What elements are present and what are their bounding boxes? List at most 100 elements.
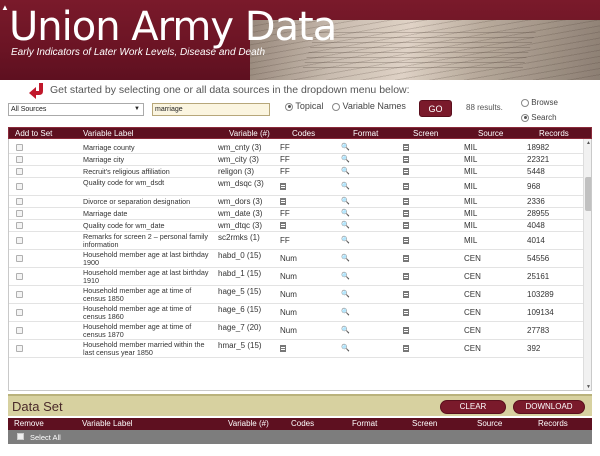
records-value: 109134	[527, 308, 554, 317]
codes-list-icon[interactable]	[280, 183, 286, 190]
format-magnifier-icon[interactable]: 🔍	[341, 290, 350, 298]
table-row[interactable]: Marriage county wm_cnty (3) FF 🔍 MIL 18982	[9, 142, 583, 154]
source-value: MIL	[464, 143, 478, 152]
search-input[interactable]: marriage	[152, 103, 270, 116]
select-all-row[interactable]: Select All	[8, 430, 592, 444]
records-value: 4048	[527, 221, 545, 230]
format-magnifier-icon[interactable]: 🔍	[341, 182, 350, 190]
select-all-checkbox[interactable]	[17, 433, 24, 440]
table-row[interactable]: Quality code for wm_date wm_dtqc (3) 🔍 MIL 4…	[9, 220, 583, 232]
screen-list-icon[interactable]	[403, 210, 409, 217]
records-value: 103289	[527, 290, 554, 299]
format-magnifier-icon[interactable]: 🔍	[341, 308, 350, 316]
source-value: CEN	[464, 254, 481, 263]
add-to-set-checkbox[interactable]	[16, 327, 23, 334]
add-to-set-checkbox[interactable]	[16, 255, 23, 262]
radio-browse[interactable]: Browse	[521, 98, 558, 107]
screen-list-icon[interactable]	[403, 183, 409, 190]
variable-label: Household member age at time of census 1…	[83, 304, 192, 321]
table-row[interactable]: Household member age at time of census 1…	[9, 322, 583, 340]
download-button[interactable]: DOWNLOAD	[513, 400, 585, 414]
format-magnifier-icon[interactable]: 🔍	[341, 221, 350, 229]
scrollbar-thumb[interactable]	[585, 177, 591, 211]
codes-value: FF	[280, 167, 290, 176]
codes-value: Num	[280, 326, 297, 335]
col-variable-label: Variable Label	[83, 129, 134, 138]
table-row[interactable]: Marriage date wm_date (3) FF 🔍 MIL 28955	[9, 208, 583, 220]
screen-list-icon[interactable]	[403, 273, 409, 280]
table-row[interactable]: Marriage city wm_city (3) FF 🔍 MIL 22321	[9, 154, 583, 166]
screen-list-icon[interactable]	[403, 309, 409, 316]
table-row[interactable]: Household member age at last birthday 19…	[9, 268, 583, 286]
add-to-set-checkbox[interactable]	[16, 168, 23, 175]
format-magnifier-icon[interactable]: 🔍	[341, 209, 350, 217]
screen-list-icon[interactable]	[403, 255, 409, 262]
radio-variable-names[interactable]: Variable Names	[332, 101, 406, 111]
go-button[interactable]: GO	[419, 100, 452, 117]
radio-topical[interactable]: Topical	[285, 101, 323, 111]
screen-list-icon[interactable]	[403, 144, 409, 151]
format-magnifier-icon[interactable]: 🔍	[341, 272, 350, 280]
codes-list-icon[interactable]	[280, 222, 286, 229]
variable-label: Household member age at last birthday 19…	[83, 250, 209, 267]
table-row[interactable]: Household member age at time of census 1…	[9, 286, 583, 304]
table-row[interactable]: Household member age at last birthday 19…	[9, 250, 583, 268]
add-to-set-checkbox[interactable]	[16, 210, 23, 217]
codes-value: Num	[280, 308, 297, 317]
radio-topical-label: Topical	[295, 101, 324, 111]
records-value: 28955	[527, 209, 550, 218]
variable-label: Marriage date	[83, 209, 128, 218]
radio-search[interactable]: Search	[521, 113, 557, 122]
format-magnifier-icon[interactable]: 🔍	[341, 197, 350, 205]
scroll-down-icon[interactable]: ▼	[586, 384, 591, 390]
format-magnifier-icon[interactable]: 🔍	[341, 167, 350, 175]
records-value: 18982	[527, 143, 550, 152]
source-dropdown[interactable]: All Sources ▼	[8, 103, 144, 116]
source-value: MIL	[464, 236, 478, 245]
clear-button[interactable]: CLEAR	[440, 400, 506, 414]
screen-list-icon[interactable]	[403, 198, 409, 205]
format-magnifier-icon[interactable]: 🔍	[341, 326, 350, 334]
table-row[interactable]: Remarks for screen 2 – personal family i…	[9, 232, 583, 250]
codes-value: Num	[280, 254, 297, 263]
scroll-up-icon[interactable]: ▲	[586, 140, 591, 146]
source-value: MIL	[464, 182, 478, 191]
add-to-set-checkbox[interactable]	[16, 345, 23, 352]
format-magnifier-icon[interactable]: 🔍	[341, 236, 350, 244]
table-row[interactable]: Recruit's religious affiliation religon (…	[9, 166, 583, 178]
screen-list-icon[interactable]	[403, 327, 409, 334]
format-magnifier-icon[interactable]: 🔍	[341, 143, 350, 151]
screen-list-icon[interactable]	[403, 345, 409, 352]
add-to-set-checkbox[interactable]	[16, 309, 23, 316]
add-to-set-checkbox[interactable]	[16, 291, 23, 298]
add-to-set-checkbox[interactable]	[16, 237, 23, 244]
codes-list-icon[interactable]	[280, 198, 286, 205]
screen-list-icon[interactable]	[403, 168, 409, 175]
records-value: 5448	[527, 167, 545, 176]
add-to-set-checkbox[interactable]	[16, 183, 23, 190]
table-row[interactable]: Household member age at time of census 1…	[9, 304, 583, 322]
add-to-set-checkbox[interactable]	[16, 156, 23, 163]
variable-name: hmar_5 (15)	[218, 341, 262, 350]
add-to-set-checkbox[interactable]	[16, 273, 23, 280]
table-row[interactable]: Household member married within the last…	[9, 340, 583, 358]
variable-name: wm_cnty (3)	[218, 143, 262, 152]
codes-list-icon[interactable]	[280, 345, 286, 352]
variable-name: wm_dsqc (3)	[218, 179, 264, 188]
source-dropdown-value: All Sources	[11, 106, 47, 113]
screen-list-icon[interactable]	[403, 222, 409, 229]
screen-list-icon[interactable]	[403, 291, 409, 298]
format-magnifier-icon[interactable]: 🔍	[341, 155, 350, 163]
add-to-set-checkbox[interactable]	[16, 222, 23, 229]
screen-list-icon[interactable]	[403, 156, 409, 163]
table-row[interactable]: Quality code for wm_dsdt wm_dsqc (3) 🔍 MIL 9…	[9, 178, 583, 196]
variable-label: Recruit's religious affiliation	[83, 167, 170, 176]
screen-list-icon[interactable]	[403, 237, 409, 244]
add-to-set-checkbox[interactable]	[16, 198, 23, 205]
format-magnifier-icon[interactable]: 🔍	[341, 344, 350, 352]
table-row[interactable]: Divorce or separation designation wm_dors…	[9, 196, 583, 208]
results-table-body[interactable]: Marriage county wm_cnty (3) FF 🔍 MIL 18982 Mar…	[8, 139, 592, 391]
add-to-set-checkbox[interactable]	[16, 144, 23, 151]
format-magnifier-icon[interactable]: 🔍	[341, 254, 350, 262]
results-scrollbar[interactable]: ▲ ▼	[583, 139, 591, 390]
